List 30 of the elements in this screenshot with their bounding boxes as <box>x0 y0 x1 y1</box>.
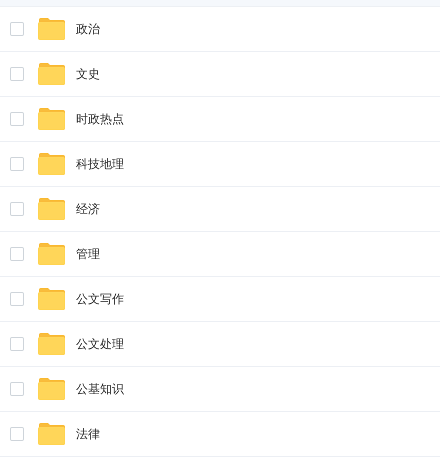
checkbox[interactable] <box>10 202 24 216</box>
folder-name[interactable]: 公文写作 <box>76 290 124 308</box>
folder-icon <box>38 63 65 85</box>
folder-icon <box>38 378 65 400</box>
folder-icon <box>38 288 65 310</box>
checkbox[interactable] <box>10 337 24 351</box>
folder-name[interactable]: 科技地理 <box>76 156 124 172</box>
checkbox[interactable] <box>10 157 24 171</box>
checkbox[interactable] <box>10 292 24 306</box>
folder-icon <box>38 243 65 265</box>
folder-icon <box>38 153 65 175</box>
folder-name[interactable]: 政治 <box>76 20 100 38</box>
folder-icon <box>38 108 65 130</box>
checkbox[interactable] <box>10 22 24 36</box>
folder-icon <box>38 198 65 220</box>
folder-name[interactable]: 公基知识 <box>76 380 124 398</box>
folder-name[interactable]: 公文处理 <box>76 336 124 352</box>
checkbox[interactable] <box>10 427 24 441</box>
folder-name[interactable]: 法律 <box>76 426 100 442</box>
checkbox[interactable] <box>10 67 24 81</box>
folder-name[interactable]: 文史 <box>76 66 100 82</box>
folder-icon <box>38 333 65 355</box>
folder-name[interactable]: 经济 <box>76 200 100 218</box>
folder-name[interactable]: 管理 <box>76 246 100 262</box>
checkbox[interactable] <box>10 112 24 126</box>
folder-icon <box>38 423 65 445</box>
folder-name[interactable]: 时政热点 <box>76 110 124 128</box>
checkbox[interactable] <box>10 382 24 396</box>
checkbox[interactable] <box>10 247 24 261</box>
folder-icon <box>38 18 65 40</box>
